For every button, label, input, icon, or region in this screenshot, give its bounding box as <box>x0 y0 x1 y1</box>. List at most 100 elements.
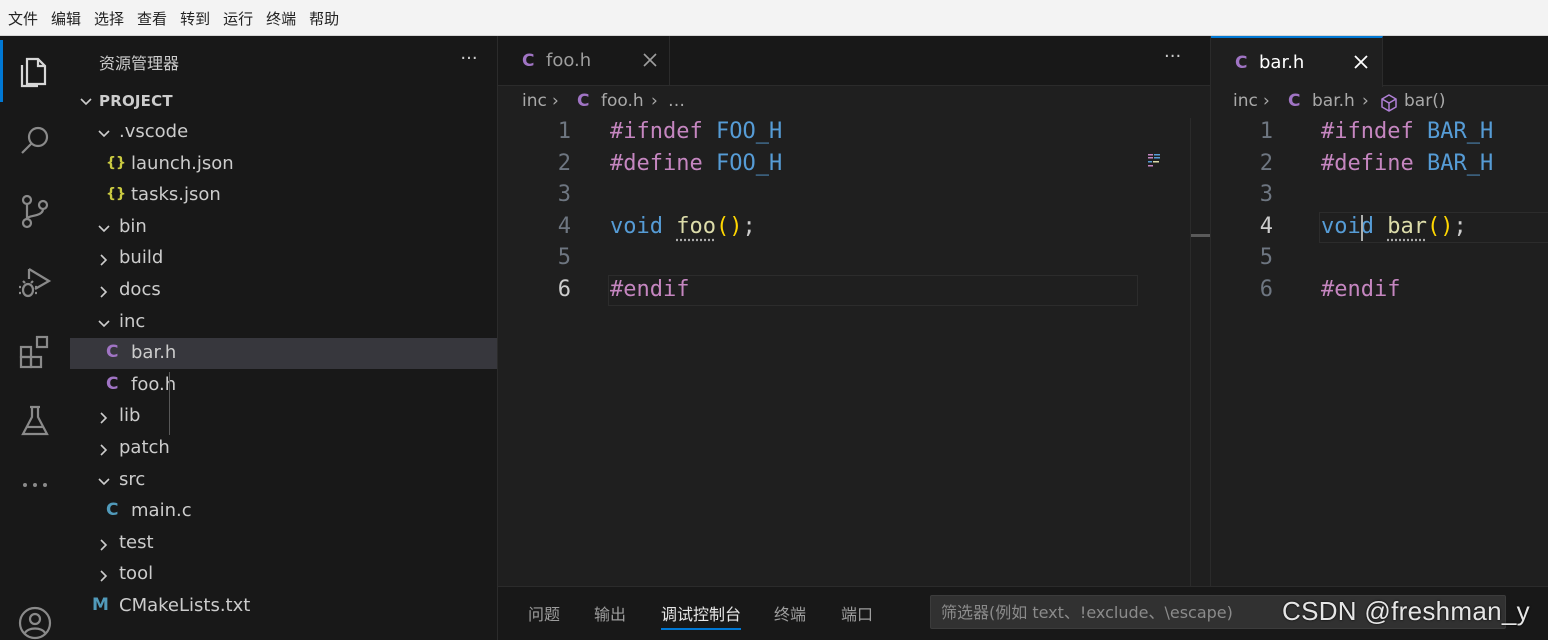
panel-tab-problems[interactable]: 问题 <box>528 601 560 625</box>
tab-strip: C foo.h ··· <box>498 36 1210 86</box>
activity-search[interactable] <box>0 106 70 176</box>
tree-folder[interactable]: build <box>70 243 498 274</box>
tree-file[interactable]: {} tasks.json <box>70 180 498 211</box>
panel-tab-debug-console[interactable]: 调试控制台 <box>661 601 741 625</box>
account-icon <box>15 603 55 640</box>
minimap[interactable] <box>1148 154 1162 168</box>
code-line[interactable]: 6 #endif <box>1211 275 1548 307</box>
code-text: #define FOO_H <box>610 151 782 176</box>
code-line[interactable]: 1 #ifndef FOO_H <box>498 117 1210 149</box>
c-file-icon: C <box>1235 53 1247 73</box>
code-line[interactable]: 4 void foo(); <box>498 212 1210 244</box>
code-line[interactable]: 6 #endif <box>498 275 1210 307</box>
breadcrumb-symbol[interactable]: bar() <box>1404 91 1445 111</box>
activity-accounts[interactable] <box>0 588 70 640</box>
cmake-file-icon: M <box>92 595 109 615</box>
menu-go[interactable]: 转到 <box>180 0 210 36</box>
menu-help[interactable]: 帮助 <box>309 0 339 36</box>
explorer-more-button[interactable]: ··· <box>454 44 484 74</box>
tree-item-label: test <box>119 532 154 553</box>
breadcrumb: inc › C bar.h › bar() <box>1211 86 1548 118</box>
scrollbar-thumb[interactable] <box>1191 234 1210 237</box>
tree-item-label: build <box>119 247 163 268</box>
editor-group-2: C bar.h inc › C bar.h › bar() 1 #ifndef B… <box>1210 36 1548 586</box>
tab-foo-h[interactable]: C foo.h <box>498 36 670 86</box>
line-number: 4 <box>1233 214 1273 239</box>
tree-folder[interactable]: src <box>70 465 498 496</box>
activity-testing[interactable] <box>0 386 70 456</box>
tree-file[interactable]: Cmain.c <box>70 496 498 527</box>
code-line[interactable]: 5 <box>1211 243 1548 275</box>
activity-run-debug[interactable] <box>0 246 70 316</box>
tree-item-label: tool <box>119 563 153 584</box>
breadcrumb-file[interactable]: bar.h <box>1312 91 1355 111</box>
line-number: 2 <box>531 151 571 176</box>
breadcrumb-separator: › <box>1362 91 1369 111</box>
breadcrumb-separator: › <box>552 91 559 111</box>
code-line[interactable]: 2 #define BAR_H <box>1211 149 1548 181</box>
tab-bar-h[interactable]: C bar.h <box>1211 36 1383 87</box>
vertical-scrollbar[interactable] <box>1190 118 1210 586</box>
code-line[interactable]: 2 #define FOO_H <box>498 149 1210 181</box>
tree-item-label: main.c <box>131 500 192 521</box>
panel-tab-ports[interactable]: 端口 <box>841 601 873 625</box>
activity-explorer[interactable] <box>0 36 70 106</box>
menu-bar: 文件 编辑 选择 查看 转到 运行 终端 帮助 <box>0 0 1548 36</box>
run-debug-icon <box>15 261 55 301</box>
line-number: 2 <box>1233 151 1273 176</box>
tree-folder[interactable]: test <box>70 528 498 559</box>
code-line[interactable]: 4 void bar(); <box>1211 212 1548 244</box>
symbol-method-icon <box>1379 93 1399 113</box>
code-line[interactable]: 1 #ifndef BAR_H <box>1211 117 1548 149</box>
line-number: 3 <box>531 182 571 207</box>
chevron-down-icon <box>96 221 112 237</box>
activity-more[interactable] <box>0 450 70 520</box>
panel-tab-terminal[interactable]: 终端 <box>774 601 806 625</box>
tree-folder[interactable]: docs <box>70 275 498 306</box>
code-text: #endif <box>610 277 689 302</box>
breadcrumb-file[interactable]: foo.h <box>601 91 644 111</box>
chevron-down-icon <box>96 126 112 142</box>
code-line[interactable]: 5 <box>498 243 1210 275</box>
watermark: CSDN @freshman_y <box>1282 596 1530 627</box>
line-number: 5 <box>531 245 571 270</box>
tree-folder[interactable]: .vscode <box>70 117 498 148</box>
tree-folder[interactable]: tool <box>70 559 498 590</box>
tree-file[interactable]: Cfoo.h <box>70 370 498 401</box>
tree-folder[interactable]: lib <box>70 401 498 432</box>
search-icon <box>15 121 55 161</box>
tree-folder[interactable]: inc <box>70 307 498 338</box>
tree-folder[interactable]: patch <box>70 433 498 464</box>
activity-extensions[interactable] <box>0 316 70 386</box>
line-number: 4 <box>531 214 571 239</box>
tree-file[interactable]: M CMakeLists.txt <box>70 591 498 622</box>
menu-edit[interactable]: 编辑 <box>51 0 81 36</box>
tree-file[interactable]: Cbar.h <box>70 338 498 369</box>
breadcrumb-ellipsis[interactable]: … <box>668 91 685 111</box>
panel-tab-output[interactable]: 输出 <box>594 601 626 625</box>
breadcrumb-folder[interactable]: inc <box>522 91 547 111</box>
tree-file[interactable]: {} launch.json <box>70 149 498 180</box>
menu-selection[interactable]: 选择 <box>94 0 124 36</box>
close-icon[interactable] <box>638 48 662 72</box>
editor-more-button[interactable]: ··· <box>1164 46 1181 67</box>
c-file-icon: C <box>1288 91 1300 111</box>
chevron-right-icon <box>96 252 112 268</box>
breadcrumb: inc › C foo.h › … <box>498 86 1210 118</box>
menu-terminal[interactable]: 终端 <box>266 0 296 36</box>
chevron-right-icon <box>96 284 112 300</box>
testing-icon <box>15 401 55 441</box>
code-line[interactable]: 3 <box>1211 180 1548 212</box>
code-text: #ifndef BAR_H <box>1321 119 1493 144</box>
code-line[interactable]: 3 <box>498 180 1210 212</box>
menu-run[interactable]: 运行 <box>223 0 253 36</box>
breadcrumb-folder[interactable]: inc <box>1233 91 1258 111</box>
menu-view[interactable]: 查看 <box>137 0 167 36</box>
activity-source-control[interactable] <box>0 176 70 246</box>
line-number: 1 <box>531 119 571 144</box>
explorer-section-project[interactable]: PROJECT <box>70 88 498 116</box>
tree-folder[interactable]: bin <box>70 212 498 243</box>
code-text: void bar(); <box>1321 214 1467 239</box>
close-icon[interactable] <box>1349 50 1373 74</box>
menu-file[interactable]: 文件 <box>8 0 38 36</box>
